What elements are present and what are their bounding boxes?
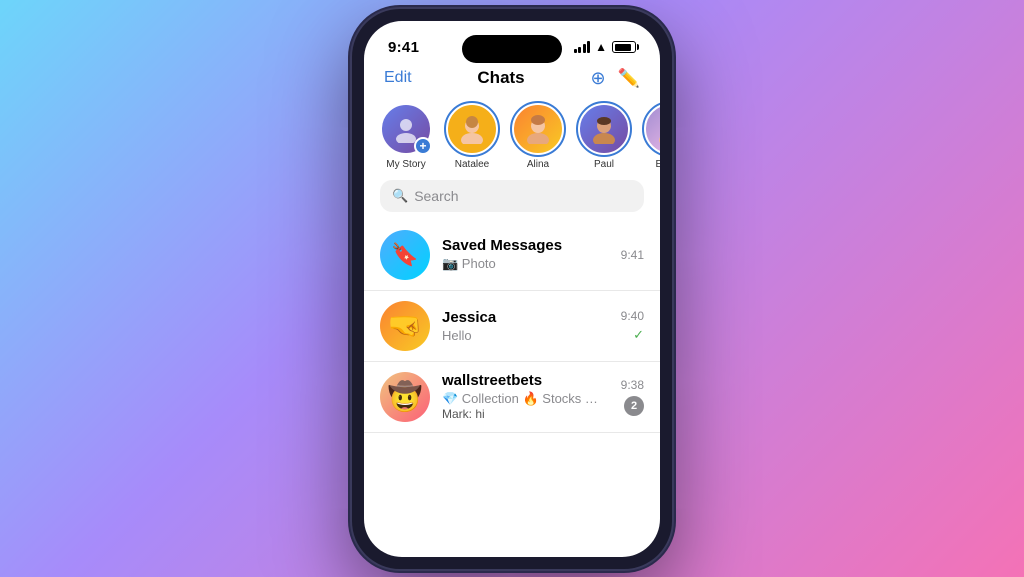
add-story-icon: + xyxy=(414,137,432,155)
search-icon: 🔍 xyxy=(392,188,408,204)
saved-messages-preview: 📷 Photo xyxy=(442,256,609,272)
stories-row: + My Story Natalee xyxy=(364,97,660,180)
saved-messages-meta: 9:41 xyxy=(621,248,644,262)
signal-icon xyxy=(574,41,591,53)
story-item-my-story[interactable]: + My Story xyxy=(380,103,432,170)
story-item-natalee[interactable]: Natalee xyxy=(446,103,498,170)
story-item-alina[interactable]: Alina xyxy=(512,103,564,170)
story-ring-natalee xyxy=(444,101,500,157)
natalee-avatar-wrapper xyxy=(446,103,498,155)
jessica-name: Jessica xyxy=(442,309,609,326)
alina-avatar-wrapper xyxy=(512,103,564,155)
story-name-my-story: My Story xyxy=(386,159,425,170)
compose-button[interactable]: ✏️ xyxy=(618,68,640,89)
story-ring-emma xyxy=(642,101,660,157)
saved-messages-time: 9:41 xyxy=(621,248,644,262)
wsb-time: 9:38 xyxy=(621,378,644,392)
phone-screen: 9:41 ▲ Edit Chats ⊕ ✏️ xyxy=(364,21,660,557)
wsb-avatar: 🤠 xyxy=(380,372,430,422)
story-name-paul: Paul xyxy=(594,159,614,170)
chat-item-jessica[interactable]: 🤜 Jessica Hello 9:40 ✓ xyxy=(364,291,660,362)
story-item-paul[interactable]: Paul xyxy=(578,103,630,170)
jessica-avatar: 🤜 xyxy=(380,301,430,351)
chat-list: 🔖 Saved Messages 📷 Photo 9:41 🤜 Jessica … xyxy=(364,220,660,557)
search-bar[interactable]: 🔍 Search xyxy=(380,180,644,212)
wifi-icon: ▲ xyxy=(595,40,607,54)
saved-messages-avatar: 🔖 xyxy=(380,230,430,280)
new-group-button[interactable]: ⊕ xyxy=(590,68,605,89)
jessica-content: Jessica Hello xyxy=(442,309,609,343)
story-ring-alina xyxy=(510,101,566,157)
story-ring-paul xyxy=(576,101,632,157)
search-input[interactable]: Search xyxy=(414,188,458,204)
nav-action-icons: ⊕ ✏️ xyxy=(590,68,640,89)
my-story-avatar-wrapper: + xyxy=(380,103,432,155)
nav-bar: Edit Chats ⊕ ✏️ xyxy=(364,62,660,97)
wsb-preview-sub: Mark: hi xyxy=(442,407,609,421)
phone-device: 9:41 ▲ Edit Chats ⊕ ✏️ xyxy=(352,9,672,569)
paul-avatar-wrapper xyxy=(578,103,630,155)
wsb-name: wallstreetbets xyxy=(442,372,609,389)
wsb-meta: 9:38 2 xyxy=(621,378,644,416)
story-item-emma[interactable]: Emma xyxy=(644,103,660,170)
chat-item-saved-messages[interactable]: 🔖 Saved Messages 📷 Photo 9:41 xyxy=(364,220,660,291)
chat-item-wallstreetbets[interactable]: 🤠 wallstreetbets 💎 Collection 🔥 Stocks 🐻… xyxy=(364,362,660,433)
jessica-time: 9:40 xyxy=(621,309,644,323)
wsb-content: wallstreetbets 💎 Collection 🔥 Stocks 🐻 M… xyxy=(442,372,609,421)
jessica-avatar-emoji: 🤜 xyxy=(388,309,423,342)
saved-messages-name: Saved Messages xyxy=(442,237,609,254)
jessica-preview: Hello xyxy=(442,328,609,343)
battery-icon xyxy=(612,41,636,53)
jessica-read-icon: ✓ xyxy=(633,327,644,343)
wsb-avatar-emoji: 🤠 xyxy=(388,380,423,413)
page-title: Chats xyxy=(477,68,524,88)
wsb-badge: 2 xyxy=(624,396,644,416)
person-icon xyxy=(392,115,420,143)
edit-button[interactable]: Edit xyxy=(384,69,412,87)
story-name-natalee: Natalee xyxy=(455,159,489,170)
wsb-preview: 💎 Collection 🔥 Stocks 🐻 Memes... xyxy=(442,391,609,407)
emma-avatar-wrapper xyxy=(644,103,660,155)
dynamic-island xyxy=(462,35,562,63)
jessica-meta: 9:40 ✓ xyxy=(621,309,644,343)
story-name-emma: Emma xyxy=(656,159,660,170)
bookmark-icon: 🔖 xyxy=(391,242,418,268)
story-name-alina: Alina xyxy=(527,159,549,170)
status-time: 9:41 xyxy=(388,39,419,56)
status-icons: ▲ xyxy=(574,40,636,54)
saved-messages-content: Saved Messages 📷 Photo xyxy=(442,237,609,272)
